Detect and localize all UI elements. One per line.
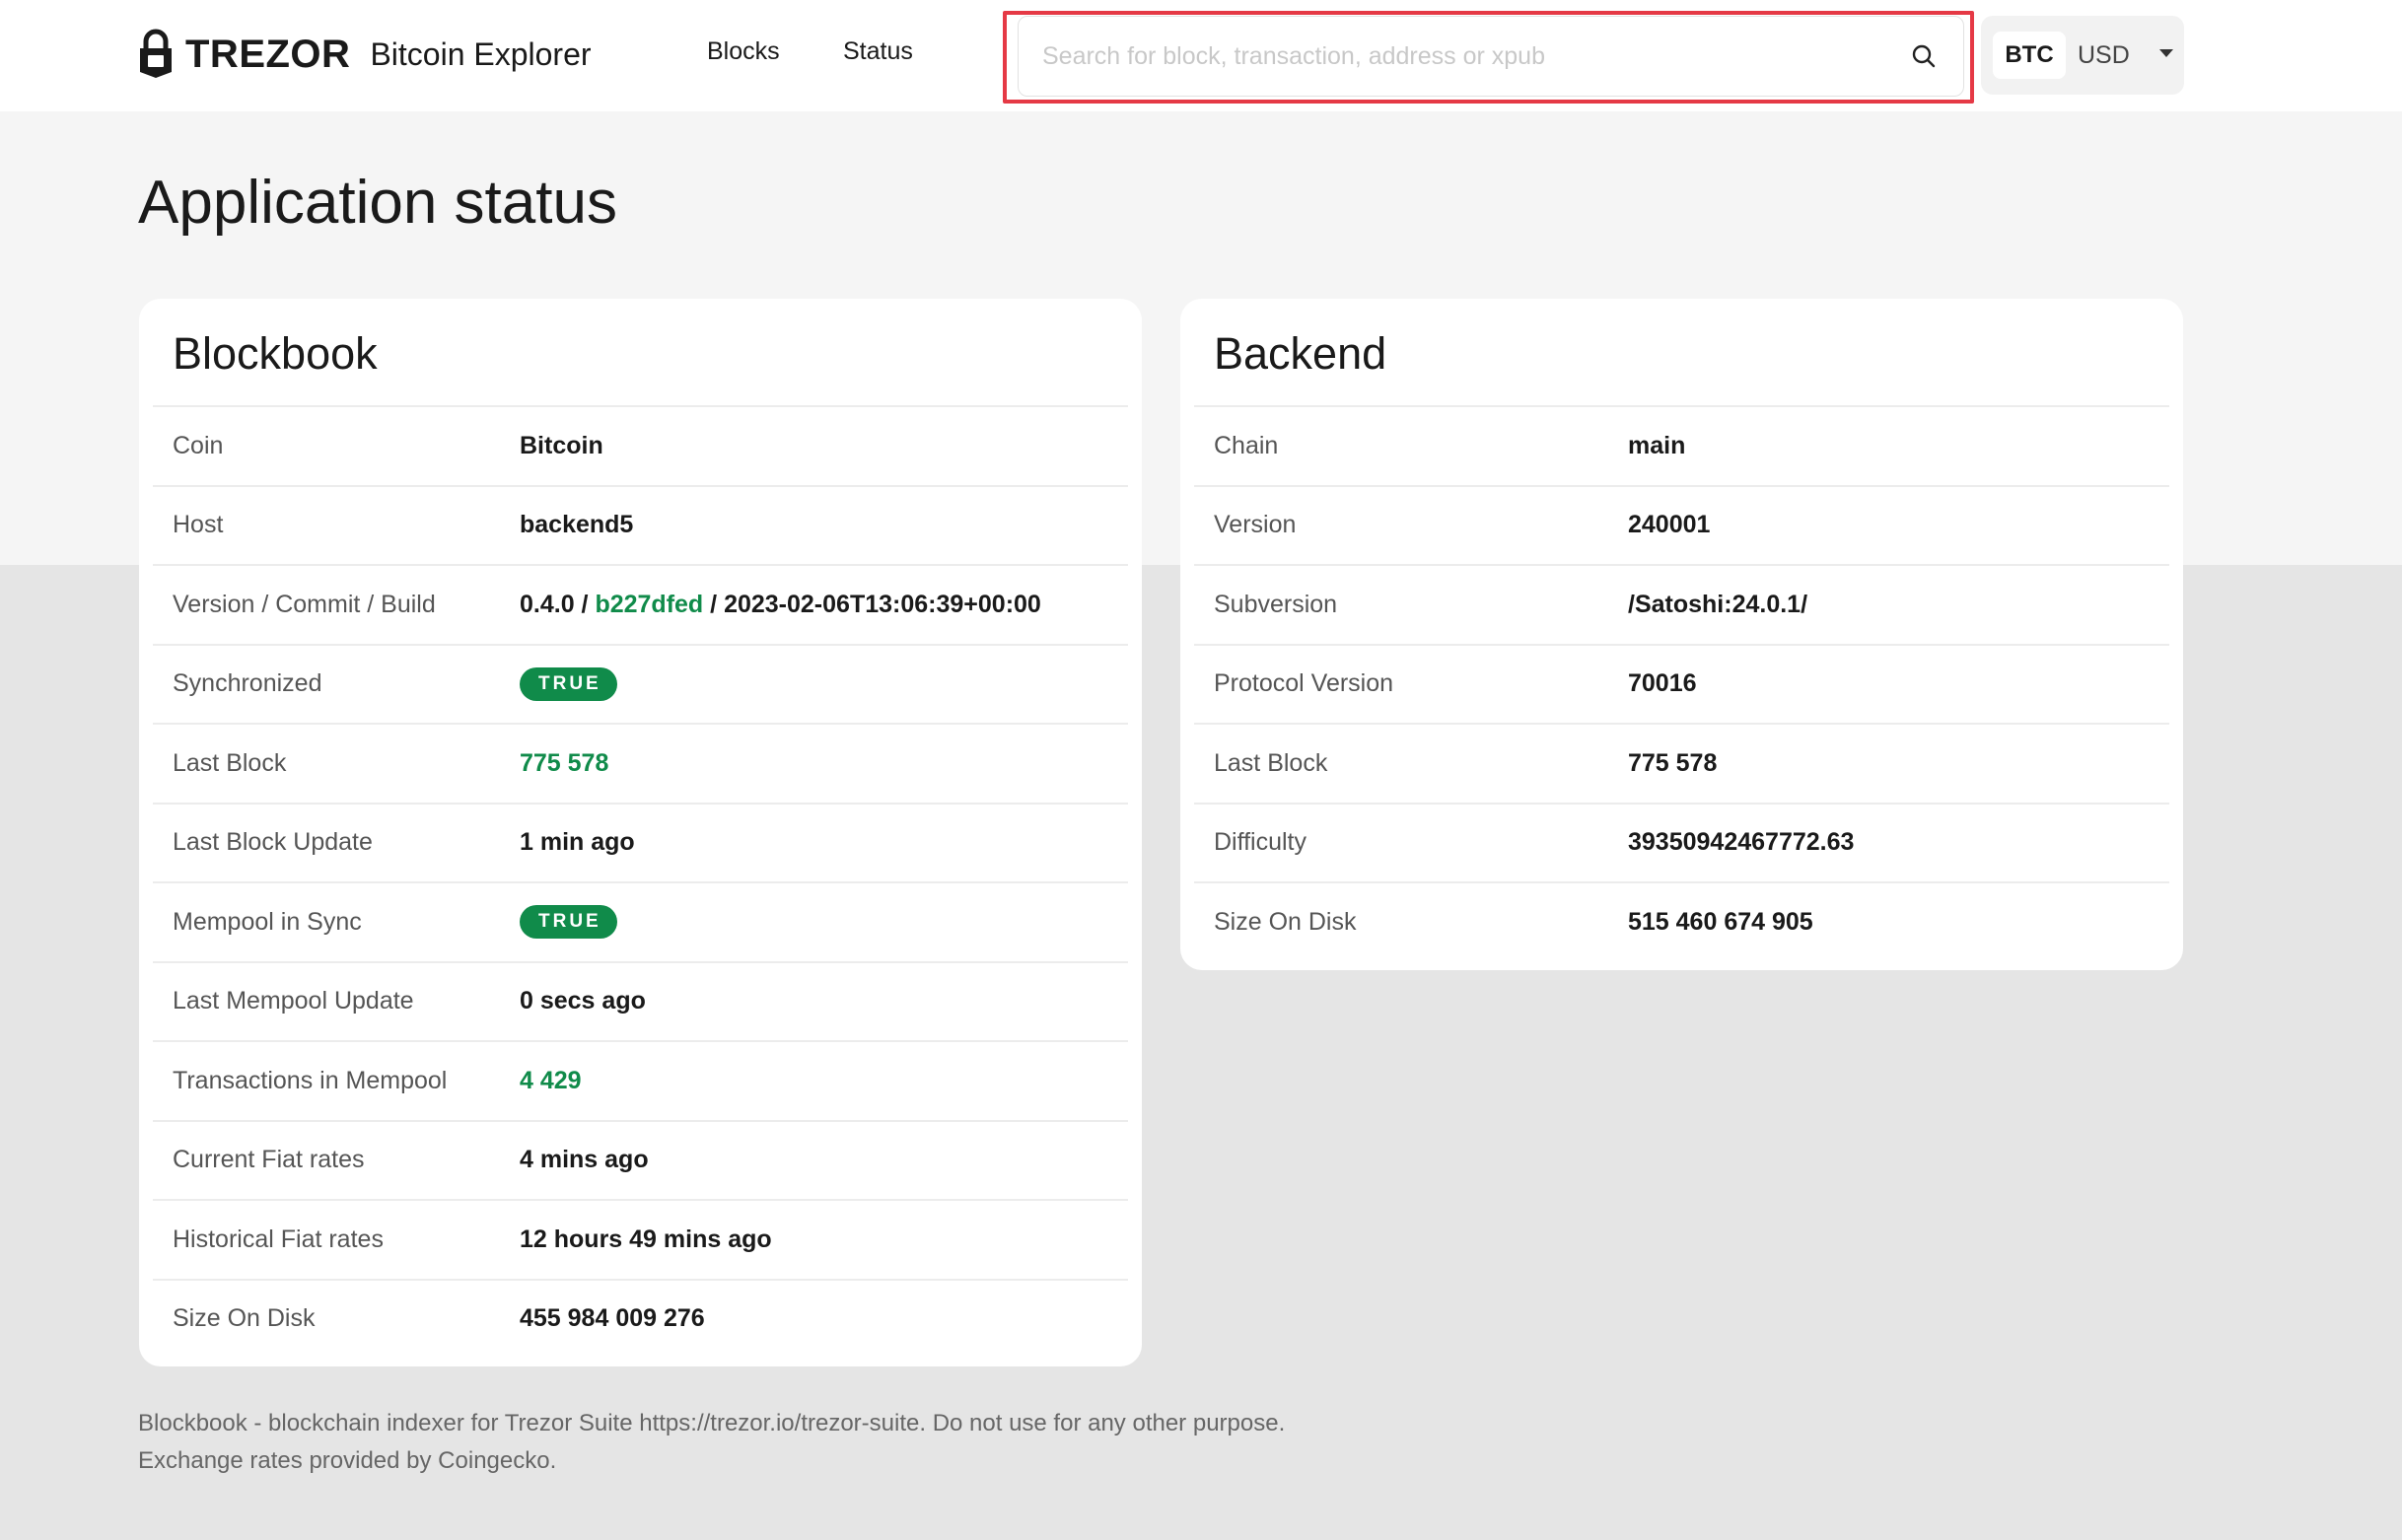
currency-switcher[interactable]: BTC USD bbox=[1981, 16, 2184, 95]
header: TREZOR Bitcoin Explorer Blocks Status BT… bbox=[0, 0, 2402, 111]
row-label: Synchronized bbox=[173, 669, 322, 698]
nav-blocks[interactable]: Blocks bbox=[707, 37, 780, 66]
footer: Blockbook - blockchain indexer for Trezo… bbox=[138, 1405, 1285, 1480]
row-label: Size On Disk bbox=[173, 1304, 316, 1333]
commit-link[interactable]: b227dfed bbox=[595, 591, 703, 618]
row-value: main bbox=[1628, 431, 1686, 459]
table-row: Current Fiat rates 4 mins ago bbox=[153, 1119, 1128, 1200]
blockbook-card: Blockbook Coin Bitcoin Host backend5 Ver… bbox=[139, 299, 1142, 1366]
row-label: Last Block Update bbox=[173, 828, 373, 857]
table-row: Coin Bitcoin bbox=[153, 405, 1128, 485]
table-row: Version / Commit / Build 0.4.0 / b227dfe… bbox=[153, 564, 1128, 644]
row-label: Size On Disk bbox=[1214, 907, 1357, 936]
trezor-lock-icon bbox=[140, 29, 172, 78]
brand-name: TREZOR bbox=[185, 32, 351, 76]
row-label: Protocol Version bbox=[1214, 669, 1394, 698]
currency-usd[interactable]: USD bbox=[2078, 41, 2130, 70]
backend-card: Backend Chain main Version 240001 Subver… bbox=[1180, 299, 2183, 970]
row-value: /Satoshi:24.0.1/ bbox=[1628, 590, 1808, 618]
row-label: Transactions in Mempool bbox=[173, 1066, 448, 1094]
separator: / bbox=[703, 590, 725, 618]
row-label: Mempool in Sync bbox=[173, 907, 362, 936]
row-label: Current Fiat rates bbox=[173, 1146, 365, 1174]
row-value: backend5 bbox=[520, 511, 634, 539]
table-row: Transactions in Mempool 4 429 bbox=[153, 1040, 1128, 1120]
row-value: 1 min ago bbox=[520, 828, 635, 857]
currency-btc[interactable]: BTC bbox=[1993, 32, 2066, 79]
version-number: 0.4.0 bbox=[520, 590, 575, 618]
status-badge: TRUE bbox=[520, 905, 617, 940]
row-label: Last Block bbox=[173, 748, 287, 777]
table-row: Protocol Version 70016 bbox=[1194, 643, 2169, 724]
table-row: Chain main bbox=[1194, 405, 2169, 485]
row-label: Version bbox=[1214, 511, 1297, 539]
table-row: Last Block 775 578 bbox=[1194, 723, 2169, 803]
page-title: Application status bbox=[138, 169, 617, 237]
blockbook-table: Coin Bitcoin Host backend5 Version / Com… bbox=[153, 405, 1128, 1358]
product-name: Bitcoin Explorer bbox=[370, 35, 592, 72]
table-row: Size On Disk 455 984 009 276 bbox=[153, 1278, 1128, 1359]
row-label: Difficulty bbox=[1214, 828, 1307, 857]
table-row: Last Block Update 1 min ago bbox=[153, 802, 1128, 882]
build-date: 2023-02-06T13:06:39+00:00 bbox=[724, 590, 1041, 618]
table-row: Host backend5 bbox=[153, 484, 1128, 565]
row-value: 775 578 bbox=[1628, 748, 1718, 777]
backend-card-title: Backend bbox=[1214, 328, 1387, 379]
row-value: 12 hours 49 mins ago bbox=[520, 1225, 772, 1253]
row-label: Host bbox=[173, 511, 224, 539]
row-value: TRUE bbox=[520, 905, 617, 940]
table-row: Version 240001 bbox=[1194, 484, 2169, 565]
version-value: 0.4.0 / b227dfed / 2023-02-06T13:06:39+0… bbox=[520, 591, 1041, 619]
row-value: 70016 bbox=[1628, 669, 1697, 698]
separator: / bbox=[574, 590, 596, 618]
row-label: Subversion bbox=[1214, 590, 1338, 618]
row-value: TRUE bbox=[520, 666, 617, 701]
status-badge: TRUE bbox=[520, 666, 617, 701]
search-box[interactable] bbox=[1018, 16, 1964, 97]
row-label: Historical Fiat rates bbox=[173, 1225, 384, 1253]
mempool-link[interactable]: 4 429 bbox=[520, 1067, 582, 1095]
row-label: Version / Commit / Build bbox=[173, 590, 436, 618]
logo[interactable]: TREZOR Bitcoin Explorer bbox=[138, 22, 592, 87]
row-value: 39350942467772.63 bbox=[1628, 828, 1855, 857]
table-row: Historical Fiat rates 12 hours 49 mins a… bbox=[153, 1199, 1128, 1279]
row-label: Chain bbox=[1214, 431, 1279, 459]
table-row: Difficulty 39350942467772.63 bbox=[1194, 802, 2169, 882]
table-row: Size On Disk 515 460 674 905 bbox=[1194, 881, 2169, 961]
footer-credits: Exchange rates provided by Coingecko. bbox=[138, 1447, 557, 1474]
chevron-down-icon[interactable] bbox=[2159, 49, 2173, 57]
row-value: 0 secs ago bbox=[520, 987, 646, 1015]
table-row: Last Block 775 578 bbox=[153, 723, 1128, 803]
footer-disclaimer: Blockbook - blockchain indexer for Trezo… bbox=[138, 1410, 1286, 1436]
search-input[interactable] bbox=[1019, 17, 1910, 96]
row-label: Coin bbox=[173, 431, 224, 459]
row-value: 4 mins ago bbox=[520, 1146, 649, 1174]
row-value: 455 984 009 276 bbox=[520, 1304, 705, 1333]
table-row: Last Mempool Update 0 secs ago bbox=[153, 960, 1128, 1041]
last-block-link[interactable]: 775 578 bbox=[520, 749, 608, 778]
backend-table: Chain main Version 240001 Subversion /Sa… bbox=[1194, 405, 2169, 961]
row-label: Last Mempool Update bbox=[173, 987, 414, 1015]
row-label: Last Block bbox=[1214, 748, 1328, 777]
nav-status[interactable]: Status bbox=[843, 37, 913, 66]
table-row: Synchronized TRUE bbox=[153, 643, 1128, 724]
row-value: 515 460 674 905 bbox=[1628, 907, 1813, 936]
search-icon[interactable] bbox=[1910, 42, 1938, 70]
table-row: Mempool in Sync TRUE bbox=[153, 881, 1128, 961]
table-row: Subversion /Satoshi:24.0.1/ bbox=[1194, 564, 2169, 644]
row-value: Bitcoin bbox=[520, 431, 603, 459]
row-value: 240001 bbox=[1628, 511, 1711, 539]
blockbook-card-title: Blockbook bbox=[173, 328, 378, 379]
